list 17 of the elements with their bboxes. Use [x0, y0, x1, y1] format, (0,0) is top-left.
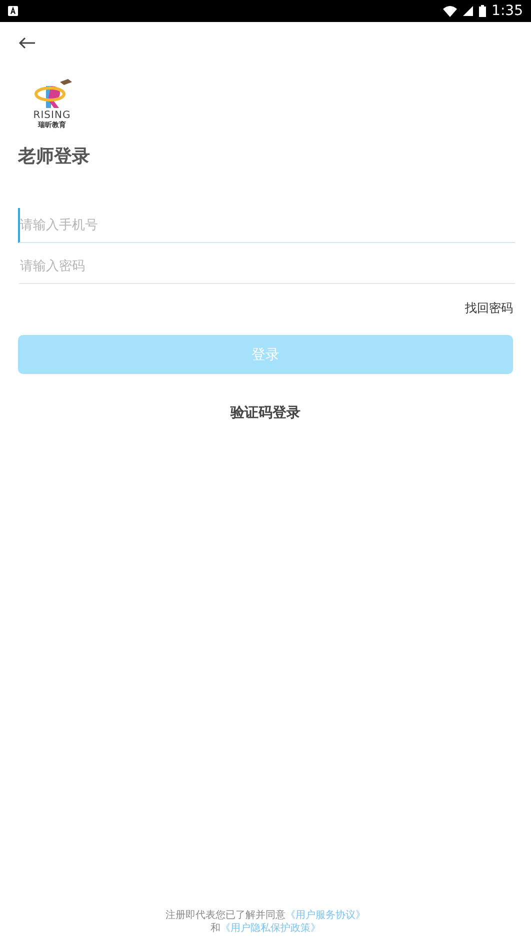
wifi-icon: [442, 6, 457, 16]
back-arrow-icon[interactable]: [18, 36, 36, 50]
battery-icon: [478, 5, 486, 17]
agreement-text: 注册即代表您已了解并同意《用户服务协议》: [166, 909, 366, 922]
input-field[interactable]: 请输入手机号: [18, 208, 515, 243]
clock: 1:35: [492, 3, 523, 19]
forgot-password-link[interactable]: 找回密码: [465, 300, 513, 317]
page-title: 老师登录: [18, 145, 91, 168]
privacy-policy-link[interactable]: 《用户隐私保护政策》: [220, 923, 320, 934]
signal-icon: [462, 6, 473, 16]
logo-icon: [32, 78, 72, 110]
agreement-text: 和《用户隐私保护政策》: [210, 922, 320, 935]
notification-icon: [8, 6, 18, 16]
service-agreement-link[interactable]: 《用户服务协议》: [286, 910, 366, 921]
logo-wordmark: RISING: [33, 110, 71, 121]
sms-login-link[interactable]: 验证码登录: [230, 404, 300, 422]
input-field[interactable]: 请输入密码: [18, 249, 515, 284]
